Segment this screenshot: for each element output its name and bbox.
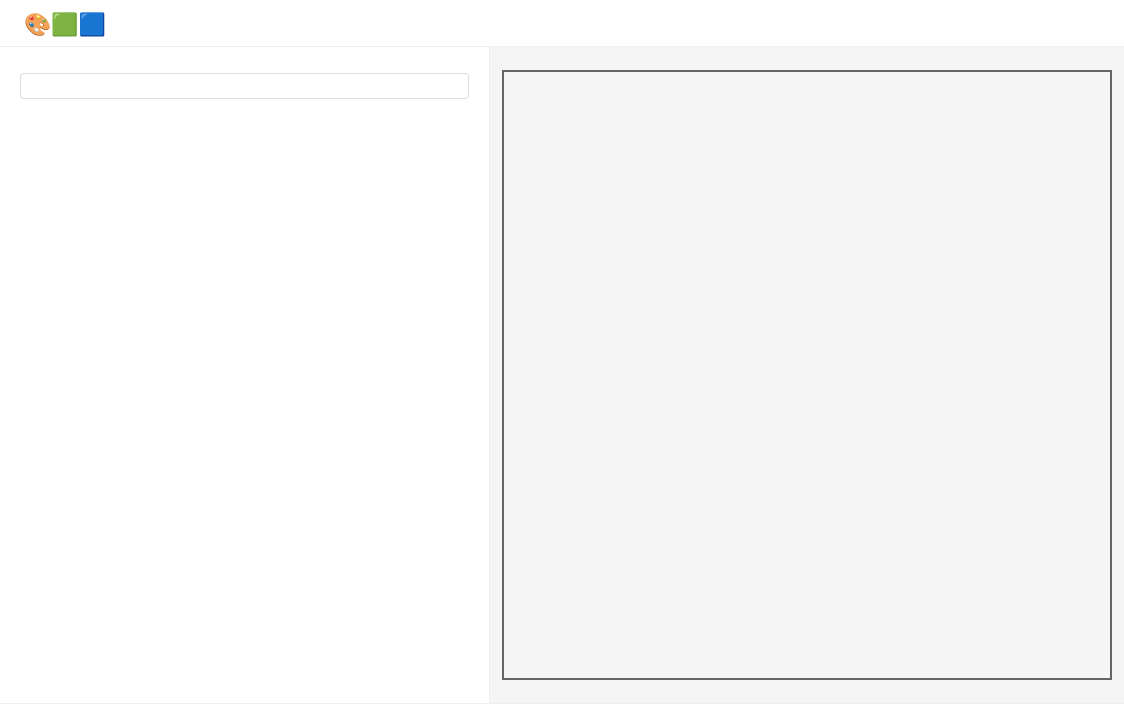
header: 🎨🟩🟦 [0,0,1124,47]
logo-emoji: 🎨🟩🟦 [24,12,106,38]
right-panel [490,47,1124,703]
pixel-canvas [502,70,1112,680]
left-panel [0,47,490,703]
page: 🎨🟩🟦 [0,0,1124,720]
logo: 🎨🟩🟦 [20,12,106,38]
pattern-info-box [20,73,469,99]
footer [0,703,1124,720]
pixel-grid [502,70,1112,680]
main-content [0,47,1124,703]
